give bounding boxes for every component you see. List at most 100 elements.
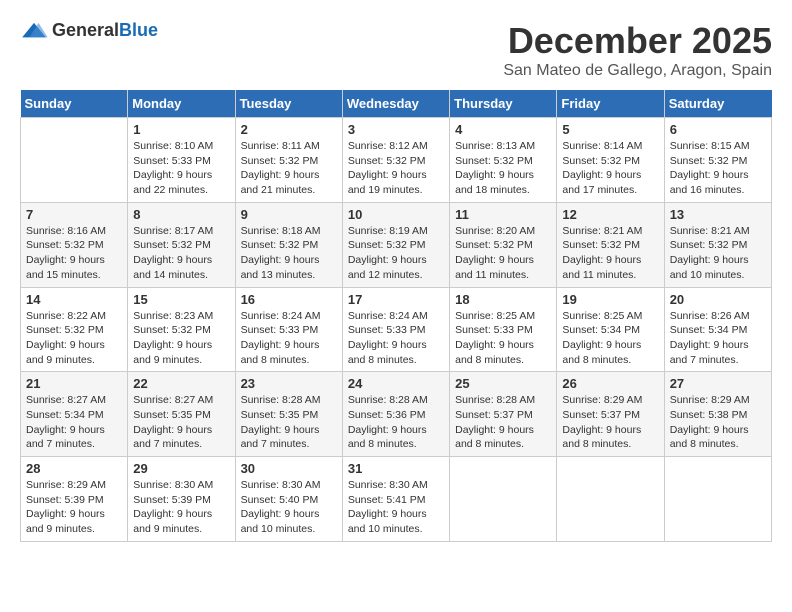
- calendar-cell: 21 Sunrise: 8:27 AM Sunset: 5:34 PM Dayli…: [21, 372, 128, 457]
- calendar-cell: 20 Sunrise: 8:26 AM Sunset: 5:34 PM Dayli…: [664, 287, 771, 372]
- day-number: 8: [133, 207, 229, 222]
- calendar-cell: 24 Sunrise: 8:28 AM Sunset: 5:36 PM Dayli…: [342, 372, 449, 457]
- day-number: 9: [241, 207, 337, 222]
- calendar-cell: [557, 457, 664, 542]
- day-info: Sunrise: 8:21 AM Sunset: 5:32 PM Dayligh…: [562, 224, 658, 283]
- day-info: Sunrise: 8:28 AM Sunset: 5:35 PM Dayligh…: [241, 393, 337, 452]
- day-info: Sunrise: 8:24 AM Sunset: 5:33 PM Dayligh…: [348, 309, 444, 368]
- day-number: 16: [241, 292, 337, 307]
- day-info: Sunrise: 8:22 AM Sunset: 5:32 PM Dayligh…: [26, 309, 122, 368]
- calendar-cell: 17Sunrise: 8:24 AM Sunset: 5:33 PM Dayli…: [342, 287, 449, 372]
- calendar-cell: 1Sunrise: 8:10 AM Sunset: 5:33 PM Daylig…: [128, 118, 235, 203]
- day-info: Sunrise: 8:14 AM Sunset: 5:32 PM Dayligh…: [562, 139, 658, 198]
- day-number: 3: [348, 122, 444, 137]
- day-info: Sunrise: 8:10 AM Sunset: 5:33 PM Dayligh…: [133, 139, 229, 198]
- calendar-cell: 9 Sunrise: 8:18 AM Sunset: 5:32 PM Daylig…: [235, 202, 342, 287]
- day-number: 24: [348, 376, 444, 391]
- week-row-4: 21 Sunrise: 8:27 AM Sunset: 5:34 PM Dayli…: [21, 372, 772, 457]
- header-day-monday: Monday: [128, 90, 235, 118]
- calendar-cell: 27 Sunrise: 8:29 AM Sunset: 5:38 PM Dayli…: [664, 372, 771, 457]
- day-info: Sunrise: 8:23 AM Sunset: 5:32 PM Dayligh…: [133, 309, 229, 368]
- calendar-cell: 14 Sunrise: 8:22 AM Sunset: 5:32 PM Dayli…: [21, 287, 128, 372]
- day-number: 30: [241, 461, 337, 476]
- day-info: Sunrise: 8:18 AM Sunset: 5:32 PM Dayligh…: [241, 224, 337, 283]
- day-info: Sunrise: 8:15 AM Sunset: 5:32 PM Dayligh…: [670, 139, 766, 198]
- day-number: 18: [455, 292, 551, 307]
- calendar-cell: 16 Sunrise: 8:24 AM Sunset: 5:33 PM Dayli…: [235, 287, 342, 372]
- calendar-cell: 12 Sunrise: 8:21 AM Sunset: 5:32 PM Dayli…: [557, 202, 664, 287]
- day-number: 19: [562, 292, 658, 307]
- logo-icon: [20, 21, 48, 41]
- day-info: Sunrise: 8:27 AM Sunset: 5:34 PM Dayligh…: [26, 393, 122, 452]
- day-number: 4: [455, 122, 551, 137]
- calendar-cell: 29 Sunrise: 8:30 AM Sunset: 5:39 PM Dayli…: [128, 457, 235, 542]
- title-section: December 2025 San Mateo de Gallego, Arag…: [503, 20, 772, 80]
- day-info: Sunrise: 8:30 AM Sunset: 5:41 PM Dayligh…: [348, 478, 444, 537]
- day-number: 13: [670, 207, 766, 222]
- header-day-saturday: Saturday: [664, 90, 771, 118]
- day-info: Sunrise: 8:24 AM Sunset: 5:33 PM Dayligh…: [241, 309, 337, 368]
- day-info: Sunrise: 8:21 AM Sunset: 5:32 PM Dayligh…: [670, 224, 766, 283]
- day-number: 2: [241, 122, 337, 137]
- day-info: Sunrise: 8:20 AM Sunset: 5:32 PM Dayligh…: [455, 224, 551, 283]
- header-day-sunday: Sunday: [21, 90, 128, 118]
- day-info: Sunrise: 8:11 AM Sunset: 5:32 PM Dayligh…: [241, 139, 337, 198]
- day-number: 10: [348, 207, 444, 222]
- calendar-cell: 3 Sunrise: 8:12 AM Sunset: 5:32 PM Daylig…: [342, 118, 449, 203]
- day-info: Sunrise: 8:29 AM Sunset: 5:38 PM Dayligh…: [670, 393, 766, 452]
- day-info: Sunrise: 8:27 AM Sunset: 5:35 PM Dayligh…: [133, 393, 229, 452]
- day-number: 29: [133, 461, 229, 476]
- header-day-tuesday: Tuesday: [235, 90, 342, 118]
- week-row-2: 7 Sunrise: 8:16 AM Sunset: 5:32 PM Daylig…: [21, 202, 772, 287]
- day-info: Sunrise: 8:30 AM Sunset: 5:39 PM Dayligh…: [133, 478, 229, 537]
- day-info: Sunrise: 8:28 AM Sunset: 5:37 PM Dayligh…: [455, 393, 551, 452]
- day-number: 25: [455, 376, 551, 391]
- day-number: 5: [562, 122, 658, 137]
- header-day-friday: Friday: [557, 90, 664, 118]
- day-info: Sunrise: 8:28 AM Sunset: 5:36 PM Dayligh…: [348, 393, 444, 452]
- header-row: SundayMondayTuesdayWednesdayThursdayFrid…: [21, 90, 772, 118]
- day-info: Sunrise: 8:29 AM Sunset: 5:39 PM Dayligh…: [26, 478, 122, 537]
- calendar-cell: 18Sunrise: 8:25 AM Sunset: 5:33 PM Dayli…: [450, 287, 557, 372]
- day-info: Sunrise: 8:19 AM Sunset: 5:32 PM Dayligh…: [348, 224, 444, 283]
- day-number: 31: [348, 461, 444, 476]
- calendar-cell: 23Sunrise: 8:28 AM Sunset: 5:35 PM Dayli…: [235, 372, 342, 457]
- day-number: 7: [26, 207, 122, 222]
- calendar-cell: 7 Sunrise: 8:16 AM Sunset: 5:32 PM Daylig…: [21, 202, 128, 287]
- day-number: 20: [670, 292, 766, 307]
- header-day-wednesday: Wednesday: [342, 90, 449, 118]
- calendar-cell: 28 Sunrise: 8:29 AM Sunset: 5:39 PM Dayli…: [21, 457, 128, 542]
- day-number: 21: [26, 376, 122, 391]
- day-info: Sunrise: 8:12 AM Sunset: 5:32 PM Dayligh…: [348, 139, 444, 198]
- day-number: 28: [26, 461, 122, 476]
- day-info: Sunrise: 8:13 AM Sunset: 5:32 PM Dayligh…: [455, 139, 551, 198]
- calendar-cell: 26Sunrise: 8:29 AM Sunset: 5:37 PM Dayli…: [557, 372, 664, 457]
- header: GeneralBlue December 2025 San Mateo de G…: [20, 20, 772, 80]
- logo-blue: Blue: [119, 20, 158, 40]
- day-info: Sunrise: 8:17 AM Sunset: 5:32 PM Dayligh…: [133, 224, 229, 283]
- calendar-cell: 31 Sunrise: 8:30 AM Sunset: 5:41 PM Dayli…: [342, 457, 449, 542]
- day-number: 26: [562, 376, 658, 391]
- day-info: Sunrise: 8:25 AM Sunset: 5:34 PM Dayligh…: [562, 309, 658, 368]
- calendar-cell: [664, 457, 771, 542]
- calendar-cell: [450, 457, 557, 542]
- day-info: Sunrise: 8:30 AM Sunset: 5:40 PM Dayligh…: [241, 478, 337, 537]
- week-row-5: 28 Sunrise: 8:29 AM Sunset: 5:39 PM Dayli…: [21, 457, 772, 542]
- logo-general: General: [52, 20, 119, 40]
- calendar-cell: 22Sunrise: 8:27 AM Sunset: 5:35 PM Dayli…: [128, 372, 235, 457]
- calendar-cell: 25 Sunrise: 8:28 AM Sunset: 5:37 PM Dayli…: [450, 372, 557, 457]
- calendar-cell: 13 Sunrise: 8:21 AM Sunset: 5:32 PM Dayli…: [664, 202, 771, 287]
- calendar-cell: 10 Sunrise: 8:19 AM Sunset: 5:32 PM Dayli…: [342, 202, 449, 287]
- calendar-cell: [21, 118, 128, 203]
- day-number: 12: [562, 207, 658, 222]
- day-info: Sunrise: 8:26 AM Sunset: 5:34 PM Dayligh…: [670, 309, 766, 368]
- day-number: 14: [26, 292, 122, 307]
- header-day-thursday: Thursday: [450, 90, 557, 118]
- day-number: 6: [670, 122, 766, 137]
- calendar-cell: 6 Sunrise: 8:15 AM Sunset: 5:32 PM Daylig…: [664, 118, 771, 203]
- calendar-table: SundayMondayTuesdayWednesdayThursdayFrid…: [20, 90, 772, 542]
- calendar-cell: 19 Sunrise: 8:25 AM Sunset: 5:34 PM Dayli…: [557, 287, 664, 372]
- calendar-cell: 4 Sunrise: 8:13 AM Sunset: 5:32 PM Daylig…: [450, 118, 557, 203]
- day-info: Sunrise: 8:16 AM Sunset: 5:32 PM Dayligh…: [26, 224, 122, 283]
- day-number: 27: [670, 376, 766, 391]
